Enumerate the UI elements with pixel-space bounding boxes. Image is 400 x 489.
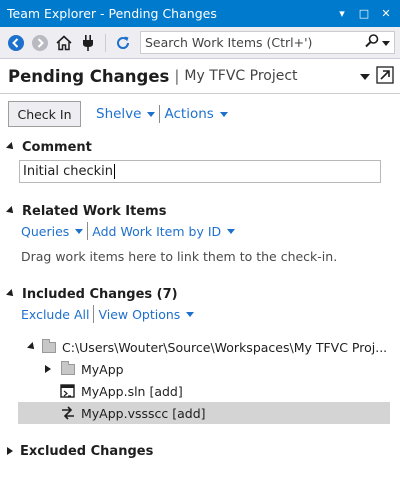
project-name: My TFVC Project bbox=[184, 68, 298, 84]
related-work-items-header[interactable]: Related Work Items bbox=[0, 201, 400, 221]
comment-field[interactable]: Initial checkin bbox=[19, 160, 381, 183]
back-icon[interactable] bbox=[5, 32, 27, 54]
forward-icon[interactable] bbox=[29, 32, 51, 54]
add-work-item-label: Add Work Item by ID bbox=[92, 223, 222, 239]
check-in-button[interactable]: Check In bbox=[8, 101, 81, 127]
shelve-menu[interactable]: Shelve bbox=[96, 106, 156, 122]
excluded-heading: Excluded Changes bbox=[20, 443, 154, 459]
title-separator: | bbox=[174, 67, 180, 85]
included-heading: Included Changes (7) bbox=[22, 286, 178, 302]
link-separator bbox=[93, 305, 95, 323]
folder-icon bbox=[42, 338, 56, 353]
window-title: Team Explorer - Pending Changes bbox=[7, 6, 217, 21]
tree-root-row[interactable]: C:\Users\Wouter\Source\Workspaces\My TFV… bbox=[0, 336, 400, 358]
related-links-row: Queries Add Work Item by ID bbox=[0, 221, 400, 241]
search-dropdown-icon[interactable] bbox=[382, 35, 390, 50]
tree-item-label: MyApp.vssscc [add] bbox=[81, 405, 206, 421]
check-in-label: Check In bbox=[17, 106, 72, 122]
toolbar: Search Work Items (Ctrl+') bbox=[0, 27, 400, 59]
expanded-arrow-icon bbox=[6, 206, 16, 216]
actions-label: Actions bbox=[164, 106, 214, 122]
actions-row: Check In Shelve Actions bbox=[0, 94, 400, 134]
actions-menu[interactable]: Actions bbox=[164, 106, 228, 122]
view-options-label: View Options bbox=[98, 306, 181, 322]
comment-section-header[interactable]: Comment bbox=[0, 136, 400, 158]
root-path: C:\Users\Wouter\Source\Workspaces\My TFV… bbox=[62, 339, 388, 355]
add-work-item-dropdown-icon bbox=[227, 228, 236, 234]
related-heading: Related Work Items bbox=[22, 203, 167, 219]
expanded-arrow-icon bbox=[6, 142, 16, 152]
expanded-arrow-icon bbox=[6, 289, 16, 299]
title-bar: Team Explorer - Pending Changes ▾ □ ✕ bbox=[0, 0, 400, 27]
drag-hint-text: Drag work items here to link them to the… bbox=[21, 249, 338, 264]
link-separator bbox=[87, 222, 89, 240]
pop-out-icon[interactable] bbox=[376, 65, 394, 87]
actions-dropdown-icon bbox=[219, 111, 228, 117]
add-work-item-by-id-menu[interactable]: Add Work Item by ID bbox=[92, 223, 236, 239]
tree-item-myapp[interactable]: MyApp bbox=[0, 358, 400, 380]
queries-label: Queries bbox=[21, 223, 70, 239]
included-changes-header[interactable]: Included Changes (7) bbox=[0, 284, 400, 304]
included-changes-tree: C:\Users\Wouter\Source\Workspaces\My TFV… bbox=[0, 336, 400, 424]
window-menu-button[interactable]: ▾ bbox=[334, 7, 350, 20]
search-input[interactable]: Search Work Items (Ctrl+') bbox=[140, 31, 395, 54]
queries-dropdown-icon bbox=[75, 228, 84, 234]
search-placeholder: Search Work Items (Ctrl+') bbox=[145, 35, 313, 50]
comment-text: Initial checkin bbox=[23, 164, 114, 179]
comment-heading: Comment bbox=[22, 139, 92, 155]
excluded-changes-header[interactable]: Excluded Changes bbox=[0, 441, 400, 461]
collapsed-arrow-icon bbox=[7, 447, 13, 455]
tree-item-myapp-sln[interactable]: MyApp.sln [add] bbox=[0, 380, 400, 402]
tree-item-myapp-vssscc[interactable]: MyApp.vssscc [add] bbox=[18, 402, 390, 424]
exclude-all-link[interactable]: Exclude All bbox=[21, 307, 89, 322]
folder-icon bbox=[61, 360, 75, 375]
expanded-arrow-icon[interactable] bbox=[27, 342, 37, 352]
home-icon[interactable] bbox=[53, 32, 75, 54]
link-separator bbox=[159, 105, 161, 123]
collapsed-arrow-icon[interactable] bbox=[45, 365, 51, 373]
page-header: Pending Changes | My TFVC Project bbox=[0, 59, 400, 93]
connect-icon[interactable] bbox=[77, 32, 99, 54]
view-options-dropdown-icon bbox=[186, 311, 195, 317]
shelve-label: Shelve bbox=[96, 106, 142, 122]
toolbar-separator bbox=[105, 33, 106, 52]
tree-item-label: MyApp bbox=[81, 361, 124, 377]
included-links-row: Exclude All View Options bbox=[0, 304, 400, 324]
view-options-menu[interactable]: View Options bbox=[98, 306, 195, 322]
maximize-button[interactable]: □ bbox=[356, 7, 372, 20]
page-dropdown-icon[interactable] bbox=[360, 69, 370, 84]
solution-file-icon bbox=[60, 383, 76, 399]
queries-menu[interactable]: Queries bbox=[21, 223, 84, 239]
close-button[interactable]: ✕ bbox=[378, 7, 394, 20]
refresh-icon[interactable] bbox=[112, 32, 134, 54]
search-icon[interactable] bbox=[364, 33, 380, 52]
text-cursor bbox=[114, 164, 116, 179]
page-title: Pending Changes bbox=[8, 66, 170, 86]
tree-item-label: MyApp.sln [add] bbox=[81, 383, 183, 399]
source-control-file-icon bbox=[60, 405, 76, 421]
shelve-dropdown-icon bbox=[147, 111, 156, 117]
